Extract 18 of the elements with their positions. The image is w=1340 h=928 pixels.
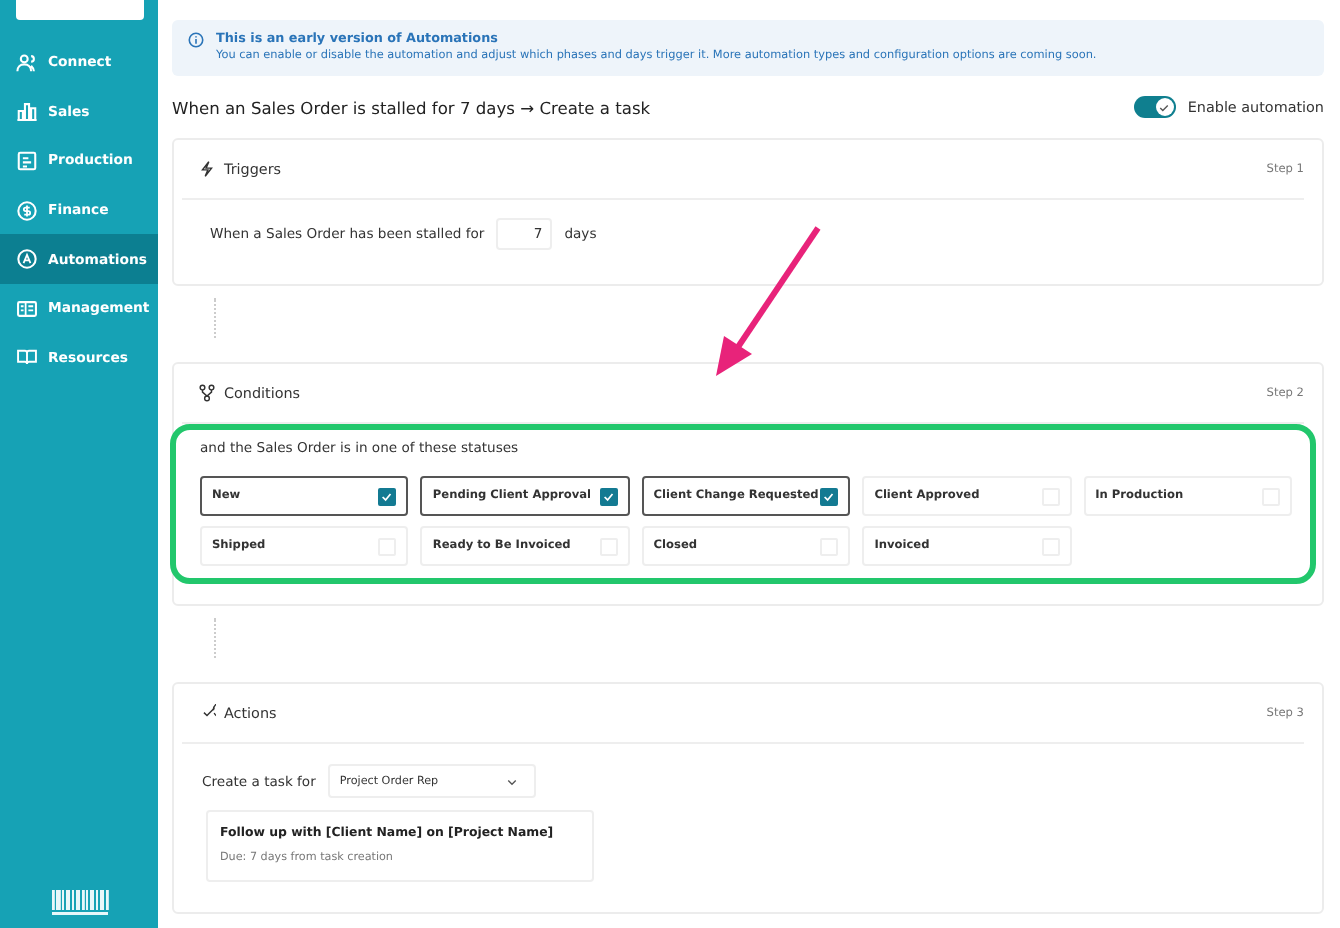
checkbox[interactable] [378, 487, 397, 505]
book-icon [16, 346, 38, 369]
barcode-logo-icon [50, 890, 110, 918]
branch-icon [198, 384, 216, 402]
lightning-icon [198, 160, 216, 178]
dollar-icon [16, 199, 38, 222]
bar-chart-icon [16, 100, 38, 123]
info-icon [188, 32, 204, 48]
checkbox[interactable] [599, 487, 618, 505]
toggle-switch[interactable] [1133, 96, 1176, 118]
letter-circle-icon [16, 248, 38, 271]
checkbox[interactable] [820, 487, 839, 505]
people-icon [16, 51, 38, 74]
chevron-down-icon [505, 775, 518, 787]
automation-title: When an Sales Order is stalled for 7 days → Create a task [172, 97, 651, 117]
check-icon [1158, 101, 1171, 113]
document-icon [16, 149, 38, 172]
panel-icon [16, 297, 38, 320]
